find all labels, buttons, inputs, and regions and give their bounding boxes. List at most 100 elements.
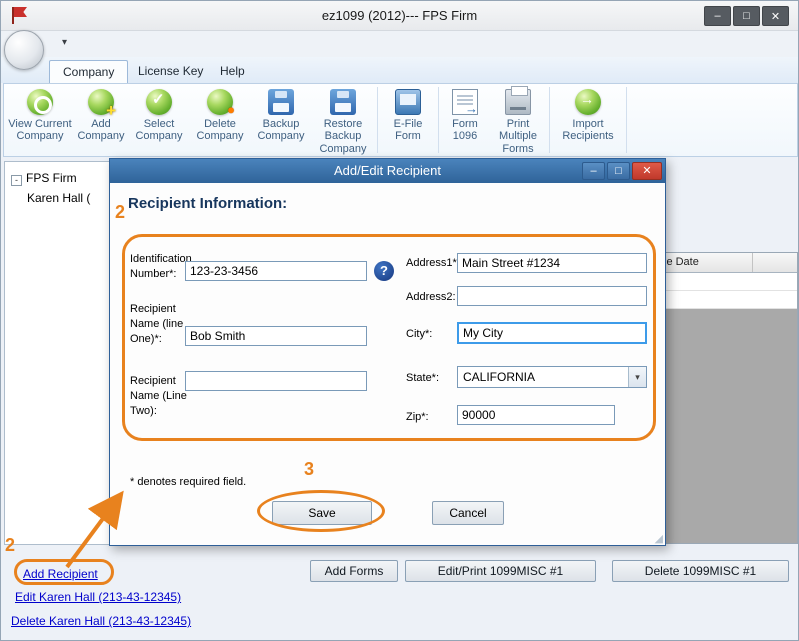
recipient-name-one-input[interactable] <box>185 326 367 346</box>
form-1096-icon <box>452 89 478 115</box>
grid-column-header-file-date[interactable]: le Date <box>661 253 753 272</box>
window-title: ez1099 (2012)--- FPS Firm <box>1 8 798 23</box>
address1-input[interactable] <box>457 253 647 273</box>
efile-icon <box>395 89 421 115</box>
grid-column-header <box>753 253 797 272</box>
import-recipients-button[interactable]: Import Recipients <box>552 85 624 155</box>
ribbon-separator <box>549 87 550 153</box>
select-company-icon <box>146 89 172 115</box>
dialog-maximize-button[interactable]: □ <box>607 162 630 180</box>
add-company-button[interactable]: Add Company <box>73 85 129 155</box>
app-window: ez1099 (2012)--- FPS Firm – □ ✕ ▾ Compan… <box>0 0 799 641</box>
recipient-name-two-label: Recipient Name (Line Two): <box>130 374 188 419</box>
recipient-information-heading: Recipient Information: <box>128 195 287 212</box>
forms-grid: le Date <box>660 252 798 544</box>
tree-item-fps-firm[interactable]: -FPS Firm <box>11 171 77 186</box>
delete-1099misc-button[interactable]: Delete 1099MISC #1 <box>612 560 789 582</box>
ribbon-button-label: Delete Company <box>189 118 251 143</box>
grid-row <box>661 291 797 309</box>
add-company-icon <box>88 89 114 115</box>
grid-empty-area <box>661 309 797 543</box>
tab-license-key[interactable]: License Key <box>125 60 216 83</box>
delete-company-icon <box>207 89 233 115</box>
restore-backup-company-button[interactable]: Restore Backup Company <box>311 85 375 155</box>
maximize-button[interactable]: □ <box>733 6 760 26</box>
ribbon-tabbar: Company License Key Help <box>1 57 798 83</box>
window-titlebar: ez1099 (2012)--- FPS Firm – □ ✕ <box>1 1 798 31</box>
delete-company-button[interactable]: Delete Company <box>189 85 251 155</box>
dialog-close-button[interactable]: ✕ <box>632 162 662 180</box>
window-controls: – □ ✕ <box>704 6 789 26</box>
grid-header-row: le Date <box>661 253 797 273</box>
city-input[interactable] <box>457 322 647 344</box>
zip-input[interactable] <box>457 405 615 425</box>
add-forms-button[interactable]: Add Forms <box>310 560 398 582</box>
recipient-name-one-label: Recipient Name (line One)*: <box>130 302 188 347</box>
add-recipient-link[interactable]: Add Recipient <box>23 567 98 581</box>
ribbon-button-label: Import Recipients <box>552 118 624 143</box>
address2-input[interactable] <box>457 286 647 306</box>
grid-row <box>661 273 797 291</box>
ribbon-separator <box>438 87 439 153</box>
state-selected-value: CALIFORNIA <box>463 370 535 384</box>
address2-label: Address2: <box>406 290 456 305</box>
tree-item-label: Karen Hall ( <box>27 191 90 205</box>
state-label: State*: <box>406 371 439 386</box>
ribbon: View Current Company Add Company Select … <box>3 83 798 157</box>
qat-dropdown-icon[interactable]: ▾ <box>62 37 67 48</box>
delete-recipient-link[interactable]: Delete Karen Hall (213-43-12345) <box>11 614 191 628</box>
state-select[interactable]: CALIFORNIA ▾ <box>457 366 647 388</box>
app-menu-orb[interactable] <box>4 30 44 70</box>
required-field-note: * denotes required field. <box>130 476 246 488</box>
dialog-controls: – □ ✕ <box>582 162 662 180</box>
help-icon[interactable]: ? <box>374 261 394 281</box>
cancel-button[interactable]: Cancel <box>432 501 504 525</box>
tab-help[interactable]: Help <box>207 60 258 83</box>
dialog-title: Add/Edit Recipient <box>334 163 441 178</box>
select-company-button[interactable]: Select Company <box>129 85 189 155</box>
tab-company[interactable]: Company <box>49 60 128 83</box>
add-edit-recipient-dialog: Add/Edit Recipient – □ ✕ Recipient Infor… <box>109 158 666 546</box>
form-1096-button[interactable]: Form 1096 <box>441 85 489 155</box>
ribbon-button-label: Restore Backup Company <box>311 118 375 155</box>
save-button[interactable]: Save <box>272 501 372 525</box>
city-label: City*: <box>406 327 432 342</box>
ribbon-button-label: Backup Company <box>251 118 311 143</box>
backup-company-button[interactable]: Backup Company <box>251 85 311 155</box>
resize-grip-icon[interactable]: ◢ <box>655 532 663 545</box>
printer-icon <box>505 89 531 115</box>
minimize-button[interactable]: – <box>704 6 731 26</box>
ribbon-button-label: Print Multiple Forms <box>489 118 547 155</box>
ribbon-button-label: Form 1096 <box>441 118 489 143</box>
identification-number-input[interactable] <box>185 261 367 281</box>
dialog-body: Recipient Information: Identification Nu… <box>110 183 665 545</box>
annotation-step-2-dialog: 2 <box>115 202 125 223</box>
edit-print-1099misc-button[interactable]: Edit/Print 1099MISC #1 <box>405 560 596 582</box>
ribbon-separator <box>377 87 378 153</box>
chevron-down-icon[interactable]: ▾ <box>628 367 646 387</box>
dialog-minimize-button[interactable]: – <box>582 162 605 180</box>
print-multiple-forms-button[interactable]: Print Multiple Forms <box>489 85 547 155</box>
ribbon-button-label: E-File Form <box>380 118 436 143</box>
tree-item-karen-hall[interactable]: Karen Hall ( <box>27 191 90 205</box>
address1-label: Address1* <box>406 256 457 271</box>
ribbon-separator <box>626 87 627 153</box>
backup-disk-icon <box>268 89 294 115</box>
restore-disk-icon <box>330 89 356 115</box>
ribbon-button-label: Select Company <box>129 118 189 143</box>
zip-label: Zip*: <box>406 410 429 425</box>
ribbon-button-label: Add Company <box>73 118 129 143</box>
view-company-icon <box>27 89 53 115</box>
annotation-step-3: 3 <box>304 459 314 480</box>
view-current-company-button[interactable]: View Current Company <box>7 85 73 155</box>
recipient-name-two-input[interactable] <box>185 371 367 391</box>
import-recipients-icon <box>575 89 601 115</box>
identification-number-label: Identification Number*: <box>130 252 188 282</box>
annotation-step-2-link: 2 <box>5 535 15 556</box>
tree-item-label: FPS Firm <box>26 171 77 185</box>
edit-recipient-link[interactable]: Edit Karen Hall (213-43-12345) <box>15 590 181 604</box>
tree-expander-icon[interactable]: - <box>11 175 22 186</box>
ribbon-button-label: View Current Company <box>7 118 73 143</box>
efile-form-button[interactable]: E-File Form <box>380 85 436 155</box>
close-button[interactable]: ✕ <box>762 6 789 26</box>
